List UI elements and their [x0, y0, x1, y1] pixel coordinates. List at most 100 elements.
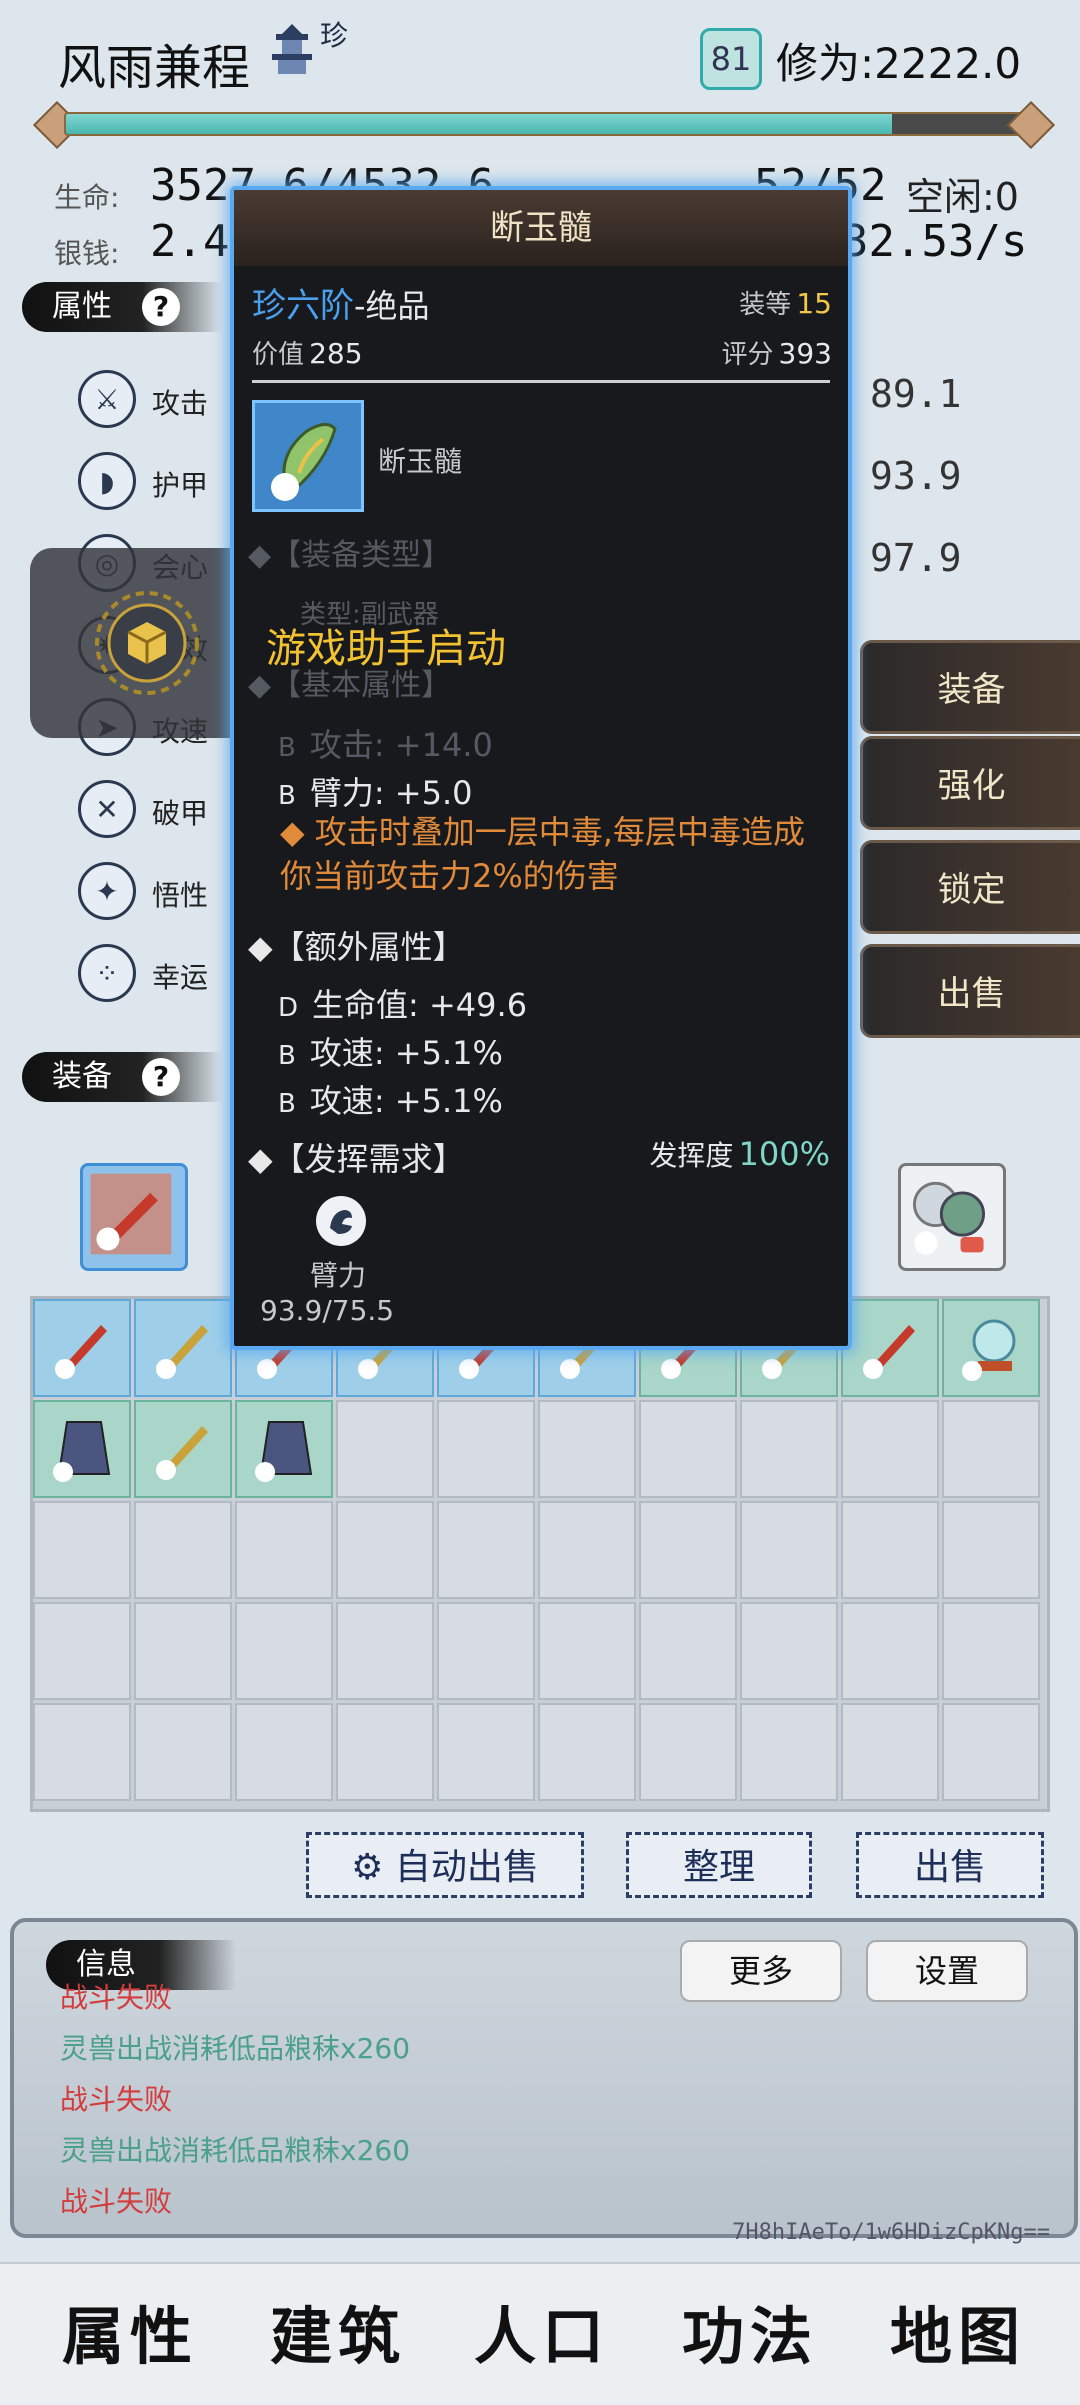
attr-value-r-1: 93.9	[870, 454, 962, 498]
item-tier: 珍六阶	[252, 286, 354, 326]
inventory-slot[interactable]	[33, 1703, 131, 1801]
inventory-slot[interactable]	[336, 1501, 434, 1599]
inventory-slot[interactable]	[740, 1703, 838, 1801]
nav-buildings[interactable]: 建筑	[270, 2286, 406, 2376]
value-label: 价值	[252, 340, 305, 370]
message-line: 灵兽出战消耗低品粮秣x260	[60, 2134, 411, 2167]
equip-slot-weapon[interactable]	[80, 1163, 188, 1271]
extra-stat-grade: D	[278, 993, 299, 1023]
req-header: ◆【发挥需求】	[248, 1140, 465, 1178]
attributes-label: 属性	[52, 289, 112, 324]
inventory-slot[interactable]	[336, 1400, 434, 1498]
inventory-item[interactable]	[134, 1400, 232, 1498]
attr-name-1: 护甲	[152, 469, 209, 502]
item-tooltip: 断玉髓 珍六阶-绝品 装等 15 价值 285 评分 393 断玉髓 ◆【装备类…	[230, 186, 852, 1350]
sort-button[interactable]: 整理	[626, 1832, 812, 1898]
inventory-slot[interactable]	[134, 1501, 232, 1599]
robe-item-icon	[255, 1421, 313, 1482]
inventory-slot[interactable]	[639, 1400, 737, 1498]
message-line: 战斗失败	[60, 1981, 173, 2014]
silver-value: 2.4	[150, 216, 230, 267]
inventory-slot[interactable]	[336, 1703, 434, 1801]
inventory-slot[interactable]	[639, 1501, 737, 1599]
item-grade: 珍六阶-绝品	[252, 278, 430, 327]
attr-value-r-0: 89.1	[870, 372, 962, 416]
score-number: 393	[778, 337, 832, 370]
sword-item-icon	[55, 1325, 107, 1379]
inventory-slot[interactable]	[538, 1501, 636, 1599]
inventory-slot[interactable]	[841, 1703, 939, 1801]
inventory-slot[interactable]	[538, 1400, 636, 1498]
inventory-slot[interactable]	[942, 1703, 1040, 1801]
player-name: 风雨兼程	[58, 40, 251, 96]
extra-header: ◆【额外属性】	[248, 928, 465, 966]
attr-name-5: 破甲	[152, 797, 209, 830]
inventory-slot[interactable]	[538, 1703, 636, 1801]
inventory-slot[interactable]	[740, 1400, 838, 1498]
inventory-item[interactable]	[942, 1299, 1040, 1397]
more-button[interactable]: 更多	[680, 1940, 842, 2002]
inventory-slot[interactable]	[841, 1602, 939, 1700]
inventory-item[interactable]	[33, 1400, 131, 1498]
equip-button[interactable]: 装备	[860, 640, 1080, 734]
sell-side-button[interactable]: 出售	[860, 944, 1080, 1038]
inventory-slot[interactable]	[942, 1501, 1040, 1599]
message-line: 灵兽出战消耗低品粮秣x260	[60, 2032, 411, 2065]
equipment-label: 装备	[52, 1059, 112, 1094]
base-stat-row: B 攻击: +14.0	[278, 720, 493, 766]
inventory-slot[interactable]	[639, 1602, 737, 1700]
nav-population[interactable]: 人口	[474, 2286, 610, 2376]
inventory-slot[interactable]	[437, 1400, 535, 1498]
nav-attributes[interactable]: 属性	[62, 2286, 198, 2376]
inventory-slot[interactable]	[235, 1703, 333, 1801]
inventory-slot[interactable]	[740, 1501, 838, 1599]
equip-slot-orb[interactable]	[898, 1163, 1006, 1271]
inventory-slot[interactable]	[538, 1602, 636, 1700]
inventory-slot[interactable]	[639, 1703, 737, 1801]
inventory-slot[interactable]	[437, 1602, 535, 1700]
settings-button[interactable]: 设置	[866, 1940, 1028, 2002]
inventory-slot[interactable]	[437, 1703, 535, 1801]
base-stat-grade: B	[278, 733, 296, 763]
inventory-slot[interactable]	[841, 1400, 939, 1498]
orb-item-icon	[962, 1319, 1016, 1381]
inventory-slot[interactable]	[841, 1501, 939, 1599]
sell-button[interactable]: 出售	[856, 1832, 1044, 1898]
inventory-item[interactable]	[841, 1299, 939, 1397]
exp-fill	[66, 114, 892, 134]
extra-stat-row: D 生命值: +49.6	[278, 980, 527, 1026]
inventory-slot[interactable]	[235, 1602, 333, 1700]
inventory-slot[interactable]	[740, 1602, 838, 1700]
auto-sell-button[interactable]: ⚙ 自动出售	[306, 1832, 584, 1898]
type-header: ◆【装备类型】	[248, 538, 452, 573]
inventory-slot[interactable]	[134, 1703, 232, 1801]
inventory-item[interactable]	[134, 1299, 232, 1397]
exp-bar	[32, 100, 1056, 150]
nav-map[interactable]: 地图	[890, 2286, 1026, 2376]
nav-techniques[interactable]: 功法	[682, 2286, 818, 2376]
attributes-help-button[interactable]: ?	[142, 288, 180, 326]
inventory-item[interactable]	[33, 1299, 131, 1397]
extra-stat-grade: B	[278, 1041, 296, 1071]
inventory-item[interactable]	[235, 1400, 333, 1498]
inventory-slot[interactable]	[134, 1602, 232, 1700]
inventory-slot[interactable]	[942, 1602, 1040, 1700]
rank-grade: 珍	[320, 19, 349, 52]
attr-name-0: 攻击	[152, 387, 209, 420]
req-value: 93.9/75.5	[260, 1294, 395, 1327]
equipment-help-button[interactable]: ?	[142, 1058, 180, 1096]
enhance-button[interactable]: 强化	[860, 736, 1080, 830]
inventory-slot[interactable]	[235, 1501, 333, 1599]
lock-button[interactable]: 锁定	[860, 840, 1080, 934]
inventory-slot[interactable]	[336, 1602, 434, 1700]
inventory-slot[interactable]	[437, 1501, 535, 1599]
inventory-slot[interactable]	[33, 1501, 131, 1599]
shield-icon: ◗	[78, 452, 136, 510]
silver-label: 银钱:	[54, 237, 120, 270]
bottom-nav: 属性 建筑 人口 功法 地图	[0, 2262, 1080, 2405]
pagoda-rank-icon	[272, 24, 312, 74]
extra-stat-text: 攻速: +5.1%	[309, 1082, 503, 1120]
value-number: 285	[309, 337, 363, 370]
inventory-slot[interactable]	[942, 1400, 1040, 1498]
inventory-slot[interactable]	[33, 1602, 131, 1700]
